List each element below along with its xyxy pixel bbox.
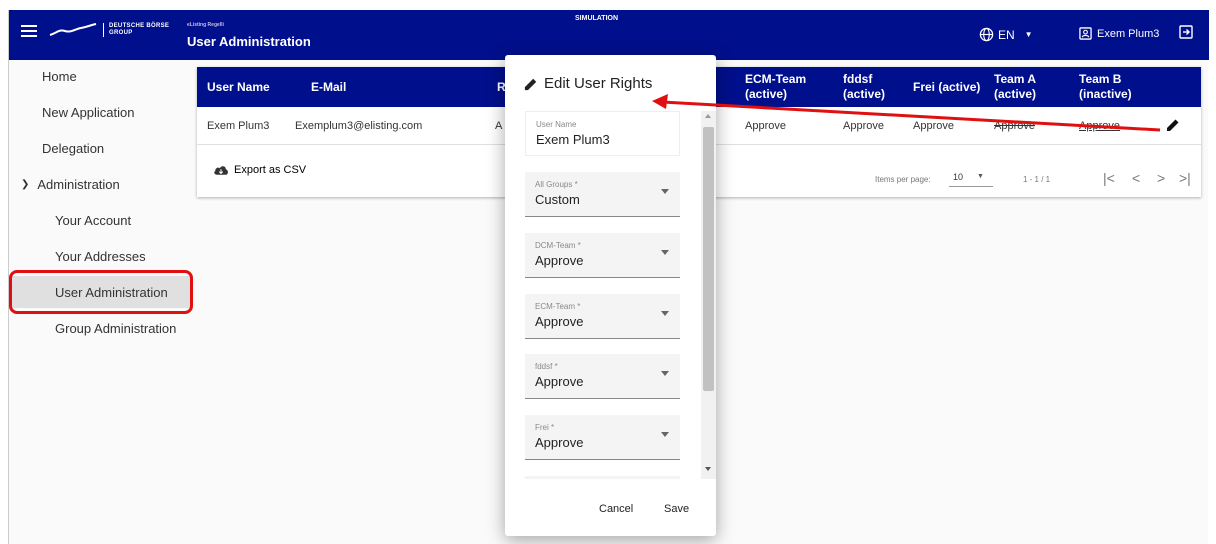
items-per-page-value: 10: [953, 171, 964, 182]
page-title: User Administration: [187, 34, 311, 49]
dcm-team-select[interactable]: DCM-Team * Approve: [525, 233, 680, 278]
dialog-title: Edit User Rights: [524, 75, 652, 92]
dialog-scrollbar[interactable]: [701, 111, 716, 479]
next-select[interactable]: [525, 476, 680, 479]
field-value: Custom: [535, 192, 580, 207]
chevron-down-icon: [661, 432, 669, 437]
simulation-label: SIMULATION: [575, 15, 619, 22]
field-label: User Name: [536, 120, 577, 129]
scroll-down-icon[interactable]: [705, 467, 711, 471]
first-page-icon[interactable]: |<: [1103, 170, 1115, 186]
scroll-up-icon[interactable]: [705, 114, 711, 118]
sidebar-item-delegation[interactable]: Delegation: [9, 132, 191, 164]
cell-email: Exemplum3@elisting.com: [295, 120, 423, 132]
logo-text: DEUTSCHE BÖRSE GROUP: [103, 23, 169, 37]
field-label: All Groups *: [535, 180, 578, 189]
user-name-field: User Name Exem Plum3: [525, 111, 680, 156]
field-value: Approve: [535, 374, 584, 389]
chevron-down-icon: [661, 311, 669, 316]
logo-wave-icon: [49, 23, 97, 36]
sidebar-item-label: Group Administration: [55, 320, 177, 336]
cell-team-b: Approve: [1079, 120, 1120, 132]
chevron-down-icon: ▼: [977, 173, 984, 180]
top-bar: DEUTSCHE BÖRSE GROUP eListing Regelli Us…: [9, 10, 1209, 60]
cell-r: A: [495, 120, 503, 132]
column-header-team-a[interactable]: Team A (active): [994, 67, 1036, 107]
fddsf-select[interactable]: fddsf * Approve: [525, 354, 680, 399]
items-per-page-label: Items per page:: [875, 175, 931, 184]
field-value: Approve: [535, 253, 584, 268]
globe-icon: [979, 27, 994, 42]
column-header-fddsf[interactable]: fddsf (active): [843, 67, 885, 107]
chevron-down-icon: ❯: [21, 178, 30, 190]
edit-icon: [524, 78, 537, 90]
all-groups-select[interactable]: All Groups * Custom: [525, 172, 680, 217]
chevron-down-icon: [661, 371, 669, 376]
export-csv-button[interactable]: Export as CSV: [213, 164, 306, 176]
cell-ecm-team: Approve: [745, 120, 786, 132]
ecm-team-select[interactable]: ECM-Team * Approve: [525, 294, 680, 339]
items-per-page-select[interactable]: 10 ▼: [949, 167, 993, 187]
sidebar-item-new-application[interactable]: New Application: [9, 96, 191, 128]
cancel-button[interactable]: Cancel: [599, 503, 633, 515]
field-value: Approve: [535, 314, 584, 329]
user-menu[interactable]: Exem Plum3: [1079, 27, 1159, 40]
chevron-down-icon: [661, 189, 669, 194]
logo-line-1: DEUTSCHE BÖRSE: [109, 23, 170, 29]
sidebar-item-label: New Application: [42, 104, 135, 120]
chevron-down-icon: [661, 250, 669, 255]
next-page-icon[interactable]: >: [1157, 170, 1165, 186]
sidebar-item-label: Home: [42, 68, 77, 84]
cloud-download-icon: [214, 166, 228, 175]
app-subtitle: eListing Regelli: [187, 22, 224, 28]
language-label: EN: [998, 27, 1015, 42]
cell-frei: Approve: [913, 120, 954, 132]
field-value: Approve: [535, 435, 584, 450]
column-header-user-name[interactable]: User Name: [207, 67, 270, 107]
field-label: fddsf *: [535, 362, 558, 371]
account-box-icon: [1079, 27, 1092, 40]
pagination-range: 1 - 1 / 1: [1023, 175, 1051, 184]
field-label: DCM-Team *: [535, 241, 581, 250]
edit-icon[interactable]: [1165, 117, 1181, 138]
sidebar-item-home[interactable]: Home: [9, 60, 191, 92]
previous-page-icon[interactable]: <: [1132, 170, 1140, 186]
save-button[interactable]: Save: [664, 503, 689, 515]
user-name-label: Exem Plum3: [1097, 27, 1160, 40]
highlight-annotation: [9, 270, 193, 314]
frei-select[interactable]: Frei * Approve: [525, 415, 680, 460]
field-value: Exem Plum3: [536, 132, 610, 147]
column-header-ecm-team[interactable]: ECM-Team (active): [745, 67, 806, 107]
last-page-icon[interactable]: >|: [1179, 170, 1191, 186]
cell-fddsf: Approve: [843, 120, 884, 132]
column-header-email[interactable]: E-Mail: [311, 67, 346, 107]
dialog-title-label: Edit User Rights: [544, 75, 653, 92]
dialog-scroll-area[interactable]: User Name Exem Plum3 All Groups * Custom…: [525, 111, 716, 479]
chevron-down-icon: ▼: [1024, 30, 1033, 39]
logo-line-2: GROUP: [109, 30, 133, 36]
logout-icon[interactable]: [1179, 25, 1193, 43]
field-label: ECM-Team *: [535, 302, 581, 311]
export-csv-label: Export as CSV: [234, 164, 307, 176]
sidebar-item-group-administration[interactable]: Group Administration: [9, 312, 191, 344]
sidebar-item-label: Administration: [37, 176, 120, 192]
sidebar-item-your-account[interactable]: Your Account: [9, 204, 191, 236]
scrollbar-thumb[interactable]: [703, 127, 714, 391]
logo: DEUTSCHE BÖRSE GROUP: [49, 22, 169, 38]
sidebar-item-label: Your Account: [55, 212, 132, 228]
sidebar-item-label: Your Addresses: [55, 248, 146, 264]
column-header-frei[interactable]: Frei (active): [913, 67, 980, 107]
column-header-team-b[interactable]: Team B (inactive): [1079, 67, 1132, 107]
sidebar-group-administration[interactable]: ❯ Administration: [9, 168, 191, 200]
sidebar-item-label: Delegation: [42, 140, 105, 156]
menu-icon[interactable]: [21, 25, 37, 41]
cell-user-name: Exem Plum3: [207, 120, 270, 132]
edit-user-rights-dialog: Edit User Rights User Name Exem Plum3 Al…: [505, 55, 716, 536]
language-selector[interactable]: EN ▼: [979, 27, 1033, 42]
field-label: Frei *: [535, 423, 555, 432]
sidebar-item-your-addresses[interactable]: Your Addresses: [9, 240, 191, 272]
cell-team-a: Approve: [994, 120, 1035, 132]
